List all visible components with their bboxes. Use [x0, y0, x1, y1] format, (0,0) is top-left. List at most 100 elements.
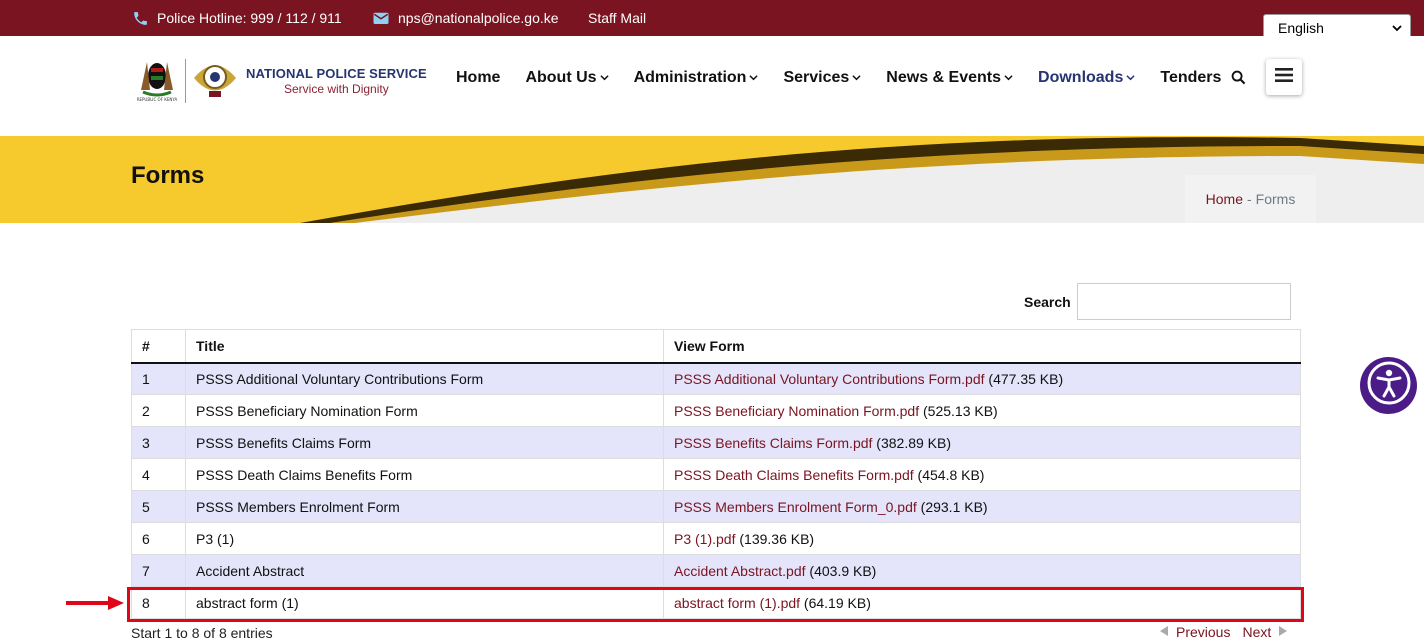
form-download-link[interactable]: PSSS Beneficiary Nomination Form.pdf	[674, 403, 919, 419]
row-num: 2	[131, 394, 186, 427]
search-icon[interactable]	[1231, 70, 1246, 90]
form-download-link[interactable]: PSSS Members Enrolment Form_0.pdf	[674, 499, 917, 515]
nav-news-events[interactable]: News & Events	[886, 69, 1013, 87]
top-bar: Police Hotline: 999 / 112 / 911 nps@nati…	[0, 0, 1424, 36]
table-row: 5 PSSS Members Enrolment Form PSSS Membe…	[131, 490, 1301, 523]
search-label: Search	[1024, 294, 1071, 310]
menu-button[interactable]	[1266, 59, 1302, 95]
next-button[interactable]: Next	[1242, 624, 1271, 640]
language-value: English	[1278, 20, 1324, 36]
file-size: (139.36 KB)	[735, 530, 815, 547]
chevron-down-icon	[749, 69, 759, 87]
staff-mail-label: Staff Mail	[588, 10, 647, 26]
row-title: PSSS Benefits Claims Form	[185, 426, 664, 459]
table-header-row: # Title View Form	[131, 329, 1301, 364]
page-title: Forms	[131, 162, 205, 189]
form-download-link[interactable]: abstract form (1).pdf	[674, 595, 800, 611]
row-view-cell: PSSS Death Claims Benefits Form.pdf (454…	[663, 458, 1301, 491]
logo-divider	[185, 58, 186, 103]
form-download-link[interactable]: PSSS Death Claims Benefits Form.pdf	[674, 467, 914, 483]
logo-text: NATIONAL POLICE SERVICE Service with Dig…	[246, 66, 427, 96]
forms-table: # Title View Form 1 PSSS Additional Volu…	[131, 329, 1301, 619]
table-row: 6 P3 (1) P3 (1).pdf (139.36 KB)	[131, 522, 1301, 555]
nav-about[interactable]: About Us	[525, 69, 609, 87]
arrow-right-icon	[66, 596, 124, 615]
row-num: 3	[131, 426, 186, 459]
police-emblem-icon	[190, 55, 240, 106]
col-header-num[interactable]: #	[131, 329, 186, 364]
nav-downloads-label: Downloads	[1038, 69, 1124, 86]
form-download-link[interactable]: PSSS Additional Voluntary Contributions …	[674, 371, 985, 387]
logo-title: NATIONAL POLICE SERVICE	[246, 65, 427, 81]
row-num: 6	[131, 522, 186, 555]
table-row: 7 Accident Abstract Accident Abstract.pd…	[131, 554, 1301, 587]
file-size: (525.13 KB)	[919, 402, 998, 419]
main-nav: Home About Us Administration Services Ne…	[456, 62, 1221, 94]
nav-tenders[interactable]: Tenders	[1160, 69, 1221, 87]
form-download-link[interactable]: P3 (1).pdf	[674, 531, 735, 547]
previous-button[interactable]: Previous	[1176, 624, 1230, 640]
row-title: PSSS Beneficiary Nomination Form	[185, 394, 664, 427]
file-size: (64.19 KB)	[800, 594, 871, 611]
nav-administration[interactable]: Administration	[634, 69, 759, 87]
col-header-title[interactable]: Title	[185, 329, 664, 364]
email-text: nps@nationalpolice.go.ke	[398, 10, 559, 26]
nav-services-label: Services	[783, 69, 850, 86]
row-num: 4	[131, 458, 186, 491]
hamburger-icon	[1275, 67, 1293, 88]
row-num: 5	[131, 490, 186, 523]
chevron-down-icon	[599, 69, 609, 87]
nav-administration-label: Administration	[633, 69, 747, 86]
form-download-link[interactable]: Accident Abstract.pdf	[674, 563, 806, 579]
search-input[interactable]	[1077, 283, 1291, 320]
file-size: (293.1 KB)	[916, 498, 988, 515]
nav-downloads[interactable]: Downloads	[1038, 69, 1135, 87]
row-view-cell: Accident Abstract.pdf (403.9 KB)	[663, 554, 1301, 587]
col-header-view[interactable]: View Form	[663, 329, 1301, 364]
nav-tenders-label: Tenders	[1160, 69, 1222, 86]
table-row: 3 PSSS Benefits Claims Form PSSS Benefit…	[131, 426, 1301, 459]
breadcrumb-home-link[interactable]: Home	[1206, 191, 1243, 207]
row-view-cell: abstract form (1).pdf (64.19 KB)	[663, 586, 1301, 619]
email-item[interactable]: nps@nationalpolice.go.ke	[372, 0, 559, 36]
table-info: Start 1 to 8 of 8 entries	[131, 625, 273, 641]
accessibility-button[interactable]	[1360, 357, 1417, 414]
row-view-cell: PSSS Additional Voluntary Contributions …	[663, 362, 1301, 395]
page-root: Police Hotline: 999 / 112 / 911 nps@nati…	[0, 0, 1424, 644]
breadcrumb-separator: -	[1247, 191, 1252, 207]
row-num: 8	[131, 586, 186, 619]
nav-about-label: About Us	[525, 69, 597, 86]
site-logo[interactable]: REPUBLIC OF KENYA NATIONAL POLICE SERVIC…	[133, 54, 427, 107]
nav-home-label: Home	[456, 69, 501, 86]
staff-mail-link[interactable]: Staff Mail	[588, 0, 646, 36]
table-row: 1 PSSS Additional Voluntary Contribution…	[131, 362, 1301, 395]
accessibility-icon	[1366, 360, 1412, 411]
logo-subtitle: Service with Dignity	[284, 81, 389, 96]
row-view-cell: PSSS Beneficiary Nomination Form.pdf (52…	[663, 394, 1301, 427]
row-num: 1	[131, 362, 186, 395]
nav-home[interactable]: Home	[456, 69, 500, 87]
nav-news-label: News & Events	[886, 69, 1002, 86]
chevron-down-icon	[852, 69, 861, 87]
chevron-down-icon	[1126, 69, 1135, 87]
row-title: abstract form (1)	[185, 586, 664, 619]
hotline-text: Police Hotline: 999 / 112 / 911	[157, 10, 342, 26]
chevron-down-icon	[1392, 20, 1402, 36]
table-row: 4 PSSS Death Claims Benefits Form PSSS D…	[131, 458, 1301, 491]
email-icon	[372, 9, 390, 27]
next-arrow-icon	[1277, 624, 1289, 640]
form-download-link[interactable]: PSSS Benefits Claims Form.pdf	[674, 435, 872, 451]
row-title: Accident Abstract	[185, 554, 664, 587]
row-view-cell: PSSS Benefits Claims Form.pdf (382.89 KB…	[663, 426, 1301, 459]
row-title: PSSS Death Claims Benefits Form	[185, 458, 664, 491]
row-title: PSSS Additional Voluntary Contributions …	[185, 362, 664, 395]
hotline-item[interactable]: Police Hotline: 999 / 112 / 911	[132, 0, 342, 36]
file-size: (403.9 KB)	[805, 562, 877, 579]
coat-of-arms-icon: REPUBLIC OF KENYA	[133, 54, 181, 107]
breadcrumb: Home - Forms	[1185, 175, 1316, 223]
nav-services[interactable]: Services	[783, 69, 861, 87]
row-view-cell: P3 (1).pdf (139.36 KB)	[663, 522, 1301, 555]
breadcrumb-current: Forms	[1255, 191, 1296, 207]
row-title: P3 (1)	[185, 522, 664, 555]
table-row: 2 PSSS Beneficiary Nomination Form PSSS …	[131, 394, 1301, 427]
